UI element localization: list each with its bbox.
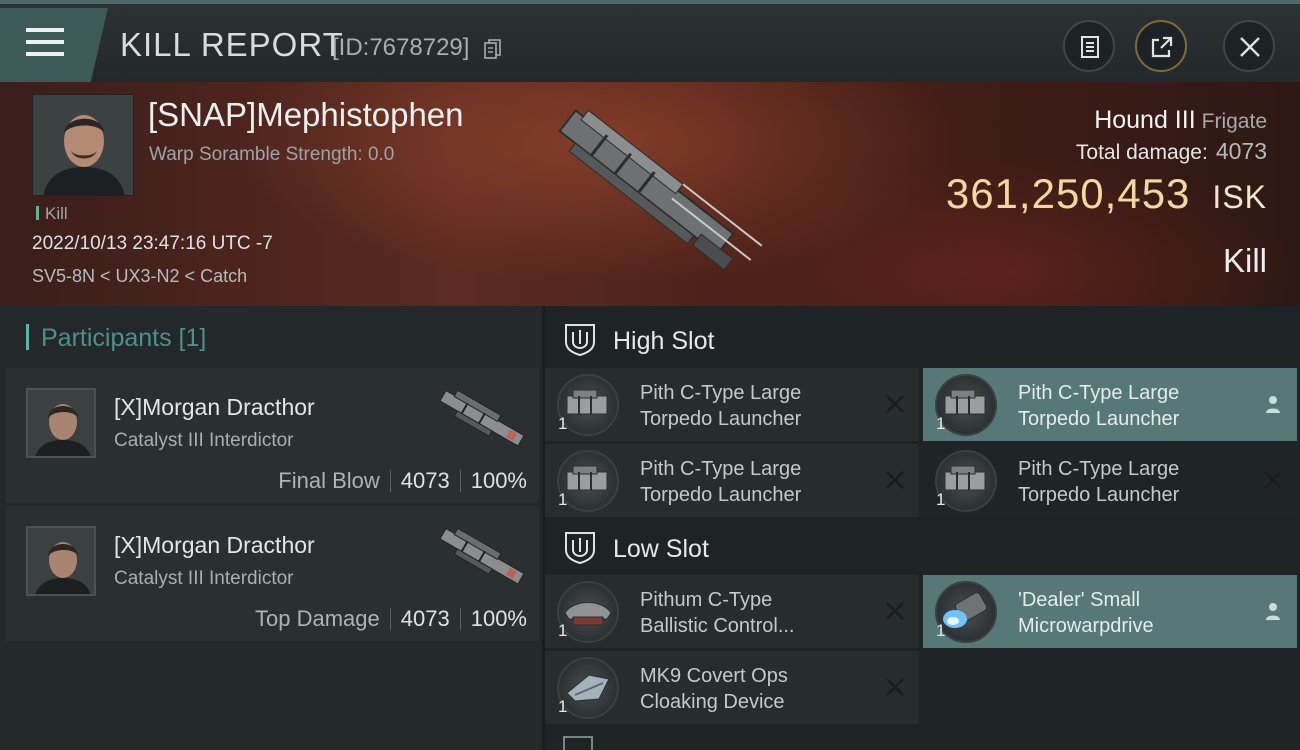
participant-card[interactable]: [X]Morgan Dracthor Catalyst III Interdic…	[6, 368, 539, 503]
destroyed-icon	[886, 678, 904, 696]
kill-result: Kill	[1222, 242, 1267, 279]
module-item[interactable]: 1 Pithum C-Type Ballistic Control...	[545, 575, 919, 648]
isk-unit: ISK	[1212, 179, 1267, 215]
person-icon	[1266, 396, 1280, 413]
close-icon	[1240, 37, 1260, 57]
module-name: Pith C-Type Large Torpedo Launcher	[640, 458, 802, 506]
participants-panel: Participants [1] [X]Morgan Dracthor Cata…	[0, 306, 542, 750]
participant-stats: Top Damage 4073 100%	[255, 606, 527, 632]
report-id: [ID:7678729]	[332, 34, 470, 61]
total-damage-label: Total damage:	[1075, 141, 1208, 164]
high-slot-header: High Slot	[545, 308, 1300, 368]
module-quantity: 1	[936, 621, 946, 640]
victim-ship[interactable]: Hound III Frigate	[1094, 106, 1267, 135]
kill-location-route[interactable]: SV5-8N < UX3-N2 < Catch	[32, 266, 247, 287]
destroyed-icon	[886, 602, 904, 620]
destroyed-icon	[1264, 471, 1282, 489]
participant-ship-image	[439, 527, 525, 585]
victim-portrait[interactable]	[32, 94, 134, 196]
participant-damage: 4073	[400, 606, 450, 631]
module-item[interactable]: 1 Pith C-Type Large Torpedo Launcher	[923, 444, 1297, 517]
low-slot-header: Low Slot	[545, 516, 1300, 576]
total-damage-value: 4073	[1215, 138, 1267, 164]
module-quantity: 1	[558, 490, 568, 509]
participant-name: [X]Morgan Dracthor	[114, 532, 315, 558]
module-name: Pith C-Type Large Torpedo Launcher	[1018, 382, 1180, 430]
victim-ship-image[interactable]	[520, 94, 780, 294]
participant-ship: Catalyst III Interdictor	[114, 568, 294, 589]
copy-icon[interactable]	[484, 38, 502, 60]
participant-ship-image	[439, 389, 525, 447]
participant-role: Final Blow	[278, 468, 380, 493]
warp-scramble-strength: Warp Soramble Strength: 0.0	[149, 144, 395, 165]
high-slot-icon	[565, 324, 595, 356]
participant-card[interactable]: [X]Morgan Dracthor Catalyst III Interdic…	[6, 506, 539, 641]
clipboard-icon	[1081, 36, 1099, 58]
kill-tag: Kill	[36, 204, 68, 224]
ship-name: Hound III	[1094, 106, 1196, 134]
menu-icon	[26, 28, 64, 60]
module-item[interactable]: 1 MK9 Covert Ops Cloaking Device	[545, 651, 919, 724]
module-quantity: 1	[558, 697, 568, 716]
destroyed-icon	[886, 471, 904, 489]
victim-summary: [SNAP]Mephistophen Warp Soramble Strengt…	[0, 82, 1300, 306]
participant-avatar[interactable]	[26, 388, 96, 458]
participant-stats: Final Blow 4073 100%	[278, 468, 527, 494]
module-name: Pith C-Type Large Torpedo Launcher	[640, 382, 802, 430]
module-item[interactable]: 1 Pith C-Type Large Torpedo Launcher	[545, 368, 919, 441]
module-item[interactable]: 1 Pith C-Type Large Torpedo Launcher	[923, 368, 1297, 441]
share-icon	[1151, 36, 1173, 58]
module-quantity: 1	[936, 490, 946, 509]
page-title: KILL REPORT	[120, 26, 344, 63]
participant-ship: Catalyst III Interdictor	[114, 430, 294, 451]
module-name: MK9 Covert Ops Cloaking Device	[640, 665, 788, 713]
module-name: Pithum C-Type Ballistic Control...	[640, 589, 795, 637]
high-slot-label: High Slot	[613, 327, 715, 355]
low-slot-icon	[565, 532, 595, 564]
victim-name[interactable]: [SNAP]Mephistophen	[148, 96, 464, 134]
menu-button[interactable]	[0, 8, 108, 82]
participant-percent: 100%	[470, 606, 527, 631]
module-name: 'Dealer' Small Microwarpdrive	[1018, 589, 1154, 637]
participant-percent: 100%	[470, 468, 527, 493]
participant-damage: 4073	[400, 468, 450, 493]
participant-avatar[interactable]	[26, 526, 96, 596]
ship-class: Frigate	[1201, 110, 1267, 133]
low-slot-label: Low Slot	[613, 535, 709, 563]
module-quantity: 1	[936, 414, 946, 433]
fitting-panel: High Slot 1 Pith C-Type Large Torpedo Lau…	[545, 306, 1300, 750]
participant-role: Top Damage	[255, 606, 380, 631]
person-icon	[1266, 603, 1280, 620]
participants-heading: Participants [1]	[26, 324, 206, 353]
clipboard-button[interactable]	[1063, 20, 1115, 72]
destroyed-icon	[886, 395, 904, 413]
share-button[interactable]	[1135, 20, 1187, 72]
module-quantity: 1	[558, 621, 568, 640]
isk-amount: 361,250,453	[945, 170, 1191, 217]
participant-name: [X]Morgan Dracthor	[114, 394, 315, 420]
module-item[interactable]: 1 'Dealer' Small Microwarpdrive	[923, 575, 1297, 648]
next-slot-icon	[563, 736, 593, 750]
total-damage: Total damage: 4073	[1076, 138, 1267, 165]
module-quantity: 1	[558, 414, 568, 433]
header-bar: KILL REPORT [ID:7678729]	[0, 0, 1300, 82]
module-name: Pith C-Type Large Torpedo Launcher	[1018, 458, 1180, 506]
close-button[interactable]	[1223, 20, 1275, 72]
kill-datetime: 2022/10/13 23:47:16 UTC -7	[32, 233, 273, 254]
module-item[interactable]: 1 Pith C-Type Large Torpedo Launcher	[545, 444, 919, 517]
isk-value: 361,250,453 ISK	[946, 170, 1267, 218]
